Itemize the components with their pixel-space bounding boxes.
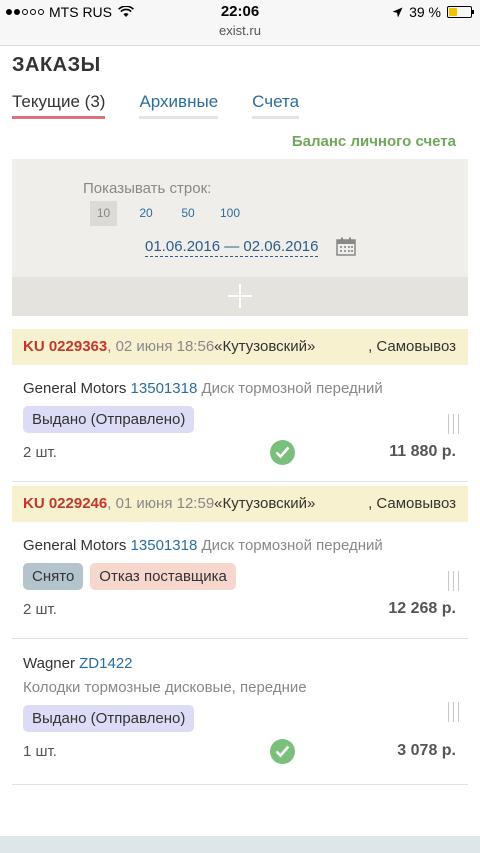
tab-archive[interactable]: Архивные bbox=[139, 92, 219, 119]
item-quantity: 2 шт. bbox=[23, 601, 57, 618]
item-title: General Motors 13501318 Диск тормозной п… bbox=[23, 537, 383, 554]
rows-option-50[interactable]: 50 bbox=[167, 201, 209, 226]
item-statuses: Выдано (Отправлено) bbox=[23, 406, 195, 433]
item-quantity: 1 шт. bbox=[23, 743, 57, 760]
item-code[interactable]: ZD1422 bbox=[79, 655, 132, 672]
rows-option-10[interactable]: 10 bbox=[90, 201, 117, 226]
item-description: Диск тормозной передний bbox=[201, 537, 383, 554]
item-title: Wagner ZD1422 bbox=[23, 655, 133, 672]
tab-invoices[interactable]: Счета bbox=[252, 92, 300, 119]
order-item: Wagner ZD1422 Колодки тормозные дисковые… bbox=[12, 639, 468, 785]
status-badge: Выдано (Отправлено) bbox=[23, 406, 195, 433]
balance-link[interactable]: Баланс личного счета bbox=[292, 133, 456, 150]
rows-option-20[interactable]: 20 bbox=[125, 201, 167, 226]
item-brand: General Motors bbox=[23, 537, 127, 554]
address-url[interactable]: exist.ru bbox=[0, 23, 480, 38]
order-item: General Motors 13501318 Диск тормозной п… bbox=[12, 365, 468, 482]
order-tabs: Текущие (3) Архивные Счета bbox=[12, 92, 300, 119]
rows-label: Показывать строк: bbox=[83, 180, 212, 197]
item-brand: General Motors bbox=[23, 380, 127, 397]
item-price: 11 880 р. bbox=[389, 443, 456, 460]
plus-icon bbox=[228, 284, 252, 308]
status-badge: Снято bbox=[23, 563, 84, 590]
drag-handle-icon[interactable] bbox=[448, 414, 460, 434]
filter-panel: Показывать строк: 10 20 50 100 01.06.201… bbox=[12, 159, 468, 316]
item-description: Диск тормозной передний bbox=[201, 380, 383, 397]
rows-option-100[interactable]: 100 bbox=[209, 201, 251, 226]
date-range-link[interactable]: 01.06.2016 — 02.06.2016 bbox=[145, 238, 319, 257]
location-arrow-icon bbox=[392, 7, 403, 17]
order-number[interactable]: KU 0229363 bbox=[23, 338, 107, 355]
rows-per-page-selector: 10 20 50 100 bbox=[90, 201, 251, 226]
drag-handle-icon[interactable] bbox=[448, 702, 460, 722]
order-store: «Кутузовский» bbox=[214, 495, 316, 512]
battery-level bbox=[449, 8, 458, 16]
check-icon bbox=[270, 739, 295, 764]
battery-icon bbox=[447, 6, 474, 18]
status-badge: Отказ поставщика bbox=[90, 563, 236, 590]
item-title: General Motors 13501318 Диск тормозной п… bbox=[23, 380, 383, 397]
page-title: ЗАКАЗЫ bbox=[12, 54, 101, 76]
order-item: General Motors 13501318 Диск тормозной п… bbox=[12, 522, 468, 639]
bottom-toolbar bbox=[0, 836, 480, 853]
battery-percent: 39 % bbox=[409, 4, 441, 20]
order-header[interactable]: KU 0229246, 01 июня 12:59«Кутузовский» ,… bbox=[12, 486, 468, 522]
item-statuses: Выдано (Отправлено) bbox=[23, 705, 195, 732]
status-bar: MTS RUS 22:06 exist.ru 39 % bbox=[0, 0, 480, 46]
battery-info: 39 % bbox=[392, 4, 474, 20]
expand-filter-button[interactable] bbox=[12, 277, 468, 316]
item-code[interactable]: 13501318 bbox=[131, 380, 198, 397]
item-price: 12 268 р. bbox=[388, 600, 456, 617]
check-icon bbox=[270, 440, 295, 465]
item-statuses: Снято Отказ поставщика bbox=[23, 563, 236, 590]
item-price: 3 078 р. bbox=[397, 742, 456, 759]
item-brand: Wagner bbox=[23, 655, 75, 672]
order-header[interactable]: KU 0229363, 02 июня 18:56«Кутузовский» ,… bbox=[12, 329, 468, 365]
item-quantity: 2 шт. bbox=[23, 444, 57, 461]
order-delivery: , Самовывоз bbox=[368, 338, 456, 355]
item-description: Колодки тормозные дисковые, передние bbox=[23, 679, 307, 696]
order-date: , 02 июня 18:56 bbox=[107, 338, 215, 355]
calendar-icon[interactable] bbox=[336, 237, 356, 256]
order-store: «Кутузовский» bbox=[214, 338, 316, 355]
status-badge: Выдано (Отправлено) bbox=[23, 705, 195, 732]
order-date: , 01 июня 12:59 bbox=[107, 495, 215, 512]
order-delivery: , Самовывоз bbox=[368, 495, 456, 512]
tab-current[interactable]: Текущие (3) bbox=[12, 92, 106, 119]
order-number[interactable]: KU 0229246 bbox=[23, 495, 107, 512]
drag-handle-icon[interactable] bbox=[448, 571, 460, 591]
item-code[interactable]: 13501318 bbox=[131, 537, 198, 554]
